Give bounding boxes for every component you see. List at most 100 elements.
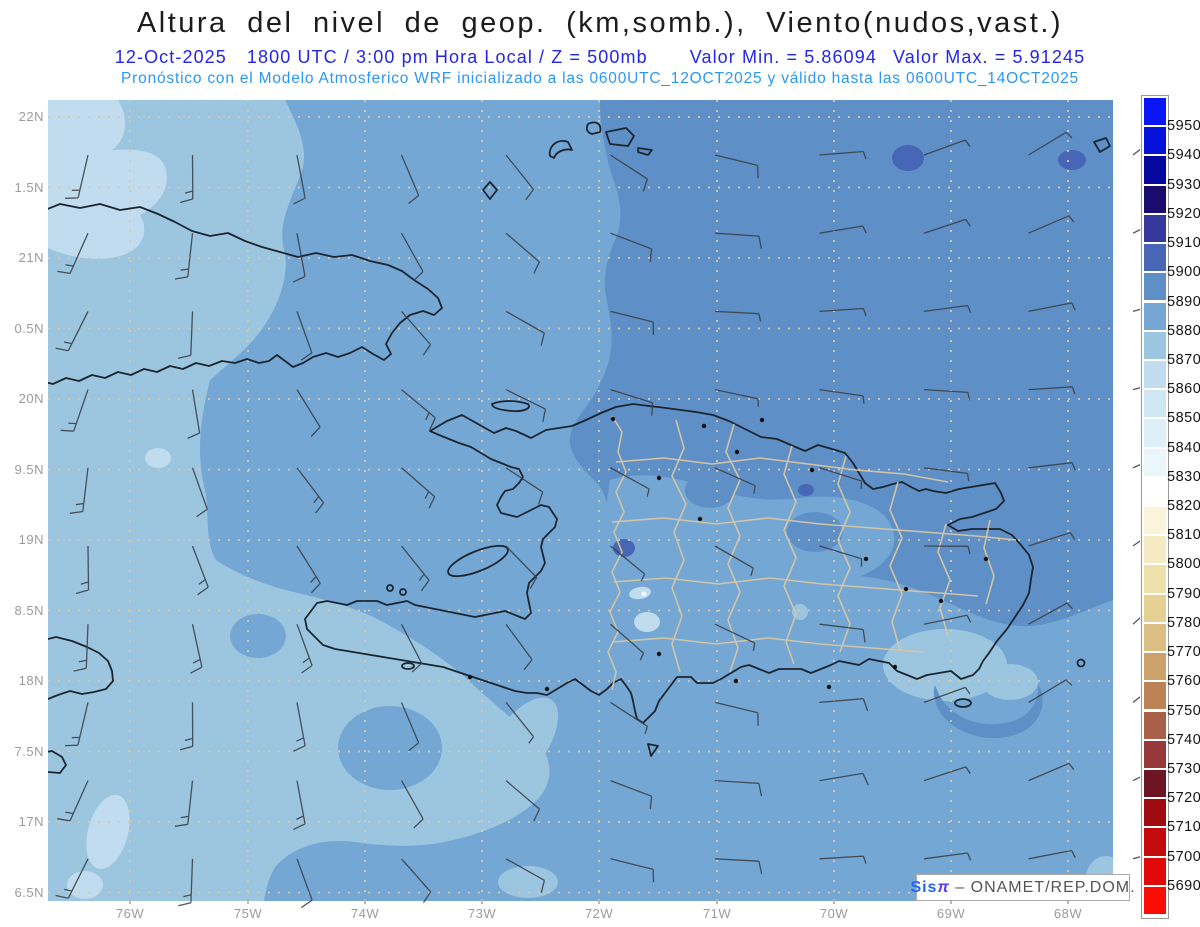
shade-blob-d2-1 — [892, 145, 924, 171]
colorbar-segment — [1144, 360, 1166, 389]
lon-label-69W: 69W — [936, 906, 966, 921]
colorbar-label-5920: 5920 — [1167, 205, 1200, 222]
colorbar-label-5770: 5770 — [1167, 644, 1200, 661]
colorbar-segment — [1144, 769, 1166, 798]
shade-blob-l2-2 — [982, 664, 1038, 700]
watermark-pi-icon: π — [937, 878, 950, 896]
shade-blob-d-2 — [685, 472, 735, 508]
colorbar-segment — [1144, 331, 1166, 359]
colorbar-label-5940: 5940 — [1167, 147, 1200, 164]
colorbar-segment — [1144, 244, 1166, 272]
colorbar — [1141, 95, 1169, 919]
lon-label-71W: 71W — [702, 906, 732, 921]
colorbar-label-5800: 5800 — [1167, 556, 1200, 573]
colorbar-segment — [1144, 507, 1166, 535]
colorbar-segment — [1144, 623, 1166, 652]
colorbar-segment — [1144, 448, 1166, 476]
lon-label-74W: 74W — [350, 906, 380, 921]
colorbar-label-5880: 5880 — [1167, 322, 1200, 339]
colorbar-label-5820: 5820 — [1167, 498, 1200, 514]
colorbar-label-5790: 5790 — [1167, 585, 1200, 602]
lat-label-8.5N: 8.5N — [14, 602, 44, 618]
colorbar-segment — [1144, 156, 1166, 184]
lat-label-19N: 19N — [18, 532, 44, 547]
shade-lake-l1-2 — [634, 612, 660, 632]
lon-label-72W: 72W — [584, 906, 614, 921]
colorbar-segment — [1144, 828, 1166, 856]
colorbar-label-5740: 5740 — [1167, 731, 1200, 748]
colorbar-segment — [1144, 682, 1166, 710]
colorbar-segment — [1144, 886, 1166, 914]
shade-blob-m-2 — [338, 706, 442, 790]
map-canvas — [48, 100, 1140, 908]
colorbar-label-5750: 5750 — [1167, 702, 1200, 719]
lat-label-1.5N: 1.5N — [14, 179, 44, 195]
colorbar-segment — [1144, 127, 1166, 155]
colorbar-segment — [1144, 740, 1166, 768]
colorbar-label-5840: 5840 — [1167, 439, 1200, 456]
colorbar-label-5780: 5780 — [1167, 614, 1200, 631]
lon-tick — [129, 899, 131, 904]
colorbar-segment — [1144, 419, 1166, 447]
colorbar-segment — [1144, 477, 1166, 505]
lon-tick — [481, 899, 483, 904]
colorbar-segment — [1144, 185, 1166, 213]
colorbar-segment — [1144, 536, 1166, 564]
colorbar-label-5690: 5690 — [1167, 877, 1200, 894]
colorbar-segment — [1144, 653, 1166, 681]
lat-label-6.5N: 6.5N — [14, 884, 44, 900]
lon-tick — [716, 899, 718, 904]
lat-label-18N: 18N — [18, 673, 44, 688]
colorbar-label-5850: 5850 — [1167, 410, 1200, 427]
colorbar-label-5730: 5730 — [1167, 760, 1200, 777]
shade-lake-white — [641, 591, 647, 597]
lat-label-21N: 21N — [18, 250, 44, 265]
colorbar-segment — [1144, 98, 1166, 126]
lon-label-70W: 70W — [819, 906, 849, 921]
colorbar-segment — [1144, 302, 1166, 330]
colorbar-segment — [1144, 799, 1166, 827]
colorbar-label-5900: 5900 — [1167, 264, 1200, 281]
lon-tick — [833, 899, 835, 904]
lon-tick — [598, 899, 600, 904]
colorbar-label-5720: 5720 — [1167, 790, 1200, 807]
colorbar-label-5910: 5910 — [1167, 235, 1200, 252]
lon-tick — [364, 899, 366, 904]
shade-blob-d2-4 — [798, 484, 814, 496]
watermark-box: Sis π – ONAMET/REP.DOM. — [910, 874, 1135, 901]
colorbar-label-5950: 5950 — [1167, 118, 1200, 135]
lon-label-68W: 68W — [1053, 906, 1083, 921]
lat-label-20N: 20N — [18, 391, 44, 406]
lat-label-0.5N: 0.5N — [14, 320, 44, 336]
colorbar-label-5810: 5810 — [1167, 527, 1200, 544]
shade-blob-m-1 — [230, 614, 286, 658]
colorbar-label-5710: 5710 — [1167, 819, 1200, 836]
colorbar-label-5830: 5830 — [1167, 468, 1200, 485]
lat-label-7.5N: 7.5N — [14, 743, 44, 759]
lon-tick — [247, 899, 249, 904]
colorbar-label-5760: 5760 — [1167, 673, 1200, 690]
lat-label-22N: 22N — [18, 109, 44, 124]
weather-map-page: Altura del nivel de geop. (km,somb.), Vi… — [0, 0, 1200, 927]
colorbar-label-5860: 5860 — [1167, 381, 1200, 398]
colorbar-label-5700: 5700 — [1167, 848, 1200, 865]
lat-label-9.5N: 9.5N — [14, 461, 44, 477]
shade-speck-l1-1 — [145, 448, 171, 468]
colorbar-segment — [1144, 273, 1166, 301]
colorbar-label-5930: 5930 — [1167, 176, 1200, 193]
shade-blob-m-3 — [292, 532, 344, 564]
colorbar-segment — [1144, 594, 1166, 622]
colorbar-label-5870: 5870 — [1167, 351, 1200, 368]
colorbar-segment — [1144, 565, 1166, 593]
shade-blob-d2-2 — [1058, 150, 1086, 170]
watermark-credit: – ONAMET/REP.DOM. — [949, 878, 1136, 896]
lon-label-76W: 76W — [115, 906, 145, 921]
colorbar-segment — [1144, 711, 1166, 739]
colorbar-segment — [1144, 857, 1166, 885]
lat-label-17N: 17N — [18, 814, 44, 829]
watermark-sis: Sis — [910, 878, 938, 896]
colorbar-label-5890: 5890 — [1167, 293, 1200, 310]
colorbar-segment — [1144, 214, 1166, 243]
shade-blob-d2-3 — [613, 539, 635, 557]
colorbar-segment — [1144, 390, 1166, 418]
